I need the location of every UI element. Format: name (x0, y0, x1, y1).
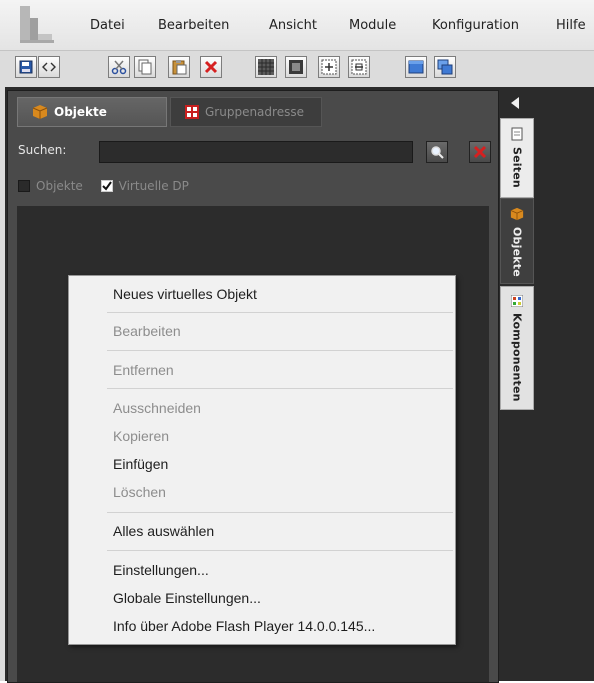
side-tab-seiten[interactable]: Seiten (500, 118, 534, 198)
paste-icon (172, 60, 187, 75)
menu-separator (107, 312, 453, 313)
objekte-filter-label: Objekte (36, 179, 83, 193)
menu-module[interactable]: Module (349, 18, 396, 33)
menu-paste[interactable]: Einfügen (113, 456, 168, 472)
delete-button[interactable] (200, 56, 222, 78)
menu-settings[interactable]: Einstellungen... (113, 562, 209, 578)
menu-global-settings[interactable]: Globale Einstellungen... (113, 590, 261, 606)
components-icon (511, 295, 523, 307)
panel-edge (0, 87, 5, 681)
virtuelle-dp-checkbox[interactable] (100, 180, 113, 192)
menu-delete[interactable]: Löschen (113, 484, 166, 500)
side-tab-seiten-label: Seiten (510, 147, 524, 188)
frame-icon (289, 60, 303, 74)
menu-separator (107, 350, 453, 351)
window-icon (408, 60, 424, 74)
copy-button[interactable] (134, 56, 156, 78)
menu-konfiguration[interactable]: Konfiguration (432, 18, 519, 33)
side-tab-objekte-label: Objekte (510, 227, 524, 277)
collapse-arrow-icon[interactable] (511, 97, 519, 109)
frame-button[interactable] (285, 56, 307, 78)
cut-button[interactable] (108, 56, 130, 78)
objekte-checkbox[interactable] (18, 180, 30, 192)
magnifier-icon (431, 146, 444, 159)
menu-separator (107, 550, 453, 551)
app-logo-icon (20, 6, 54, 43)
search-input[interactable] (99, 141, 413, 163)
save-button[interactable] (15, 56, 37, 78)
menu-datei[interactable]: Datei (90, 18, 125, 33)
group-address-icon (185, 105, 199, 119)
toolbar (0, 50, 594, 88)
grid-button[interactable] (255, 56, 277, 78)
zoom-in-icon (321, 59, 337, 75)
menu-select-all[interactable]: Alles auswählen (113, 523, 214, 539)
window-stack-button[interactable] (434, 56, 456, 78)
paste-button[interactable] (168, 56, 190, 78)
grid-icon (258, 59, 274, 75)
menu-separator (107, 512, 453, 513)
side-tab-komponenten-label: Komponenten (510, 313, 524, 402)
menu-bearbeiten[interactable]: Bearbeiten (158, 18, 229, 33)
search-label: Suchen: (18, 143, 67, 157)
box-icon (510, 207, 524, 221)
tab-gruppenadresse[interactable]: Gruppenadresse (170, 97, 322, 127)
tab-objekte-label: Objekte (54, 105, 107, 119)
window-button[interactable] (405, 56, 427, 78)
menu-separator (107, 388, 453, 389)
menu-copy[interactable]: Kopieren (113, 428, 169, 444)
checkmark-icon (101, 181, 112, 191)
virtuelle-dp-label: Virtuelle DP (118, 179, 189, 193)
box-icon (32, 105, 48, 119)
clear-search-button[interactable] (469, 141, 491, 163)
menu-cut[interactable]: Ausschneiden (113, 400, 201, 416)
filter-row: Objekte Virtuelle DP (18, 179, 189, 193)
menu-about-flash[interactable]: Info über Adobe Flash Player 14.0.0.145.… (113, 618, 375, 634)
menu-ansicht[interactable]: Ansicht (269, 18, 317, 33)
tab-objekte[interactable]: Objekte (17, 97, 167, 127)
menu-remove[interactable]: Entfernen (113, 362, 174, 378)
menu-new-virtual-object[interactable]: Neues virtuelles Objekt (113, 286, 257, 302)
copy-icon (138, 59, 152, 75)
zoom-in-button[interactable] (318, 56, 340, 78)
window-stack-icon (437, 59, 453, 75)
delete-icon (204, 60, 218, 74)
side-tab-komponenten[interactable]: Komponenten (500, 286, 534, 410)
code-icon (42, 62, 56, 72)
menu-edit[interactable]: Bearbeiten (113, 323, 181, 339)
search-button[interactable] (426, 141, 448, 163)
tab-gruppenadresse-label: Gruppenadresse (205, 105, 304, 119)
cut-icon (111, 60, 127, 75)
page-icon (511, 127, 523, 141)
code-view-button[interactable] (38, 56, 60, 78)
menu-hilfe[interactable]: Hilfe (556, 18, 586, 33)
save-icon (19, 60, 33, 74)
side-tab-objekte[interactable]: Objekte (500, 198, 534, 284)
close-icon (473, 145, 487, 159)
context-menu: Neues virtuelles Objekt Bearbeiten Entfe… (68, 275, 456, 645)
menu-bar: Datei Bearbeiten Ansicht Module Konfigur… (0, 0, 594, 50)
zoom-out-button[interactable] (348, 56, 370, 78)
zoom-out-icon (351, 59, 367, 75)
